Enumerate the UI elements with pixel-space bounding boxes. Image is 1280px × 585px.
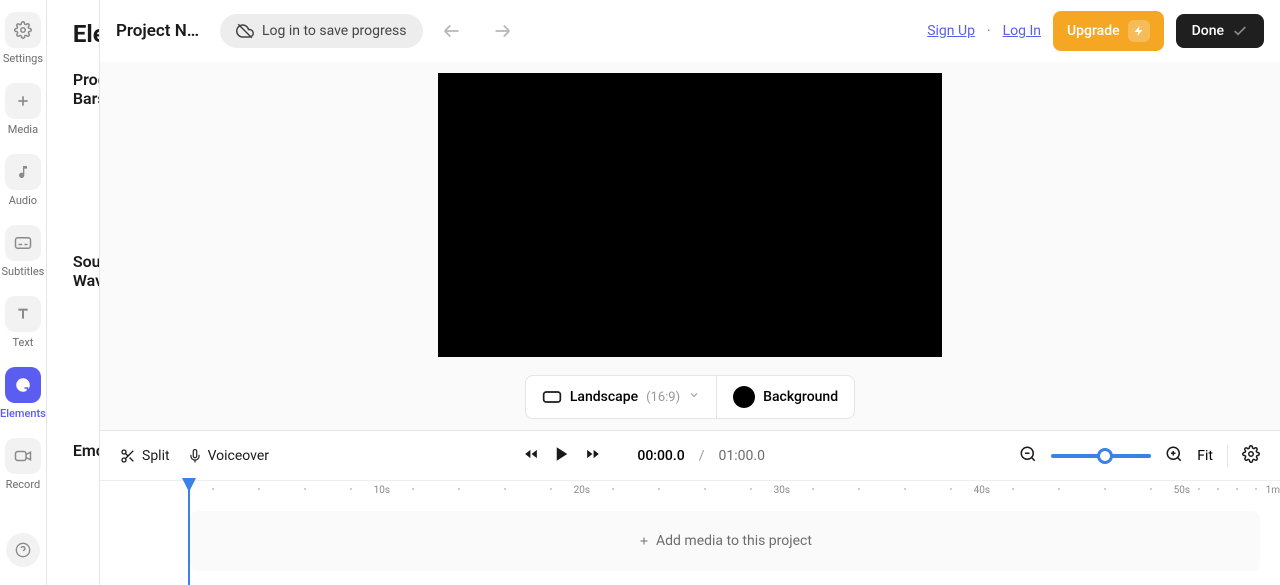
aspect-ratio-button[interactable]: Landscape (16:9) (525, 375, 717, 419)
gear-icon (5, 12, 41, 48)
timeline-ruler[interactable]: 10s 20s 30s 40s 50s 1m (100, 481, 1280, 505)
split-button[interactable]: Split (120, 448, 170, 464)
background-swatch-icon (733, 386, 755, 408)
link-separator: · (987, 23, 991, 39)
sign-up-link[interactable]: Sign Up (927, 23, 975, 39)
upgrade-button[interactable]: Upgrade (1053, 11, 1164, 51)
timeline-settings-button[interactable] (1242, 445, 1260, 467)
undo-button[interactable] (435, 13, 471, 49)
video-canvas[interactable] (438, 73, 942, 357)
current-time: 00:00.0 (637, 448, 684, 464)
timeline[interactable]: 10s 20s 30s 40s 50s 1m Add media to this… (100, 480, 1280, 585)
topbar: Project Na... Log in to save progress Si… (100, 0, 1280, 62)
text-icon (5, 296, 41, 332)
zoom-out-button[interactable] (1019, 445, 1037, 467)
sidebar-label: Record (6, 478, 40, 491)
sidebar-item-elements[interactable]: Elements (0, 367, 46, 420)
camera-icon (5, 438, 41, 474)
music-note-icon (5, 154, 41, 190)
duration-time: 01:00.0 (719, 448, 765, 464)
scissors-icon (120, 448, 136, 464)
elements-panel: Elements Progress Bars View All Sound Wa… (47, 0, 100, 585)
sidebar-label: Subtitles (2, 265, 45, 278)
check-icon (1232, 23, 1248, 39)
mic-icon (188, 448, 202, 464)
cloud-off-icon (236, 22, 254, 40)
project-name[interactable]: Project Na... (116, 21, 208, 41)
skip-forward-button[interactable] (585, 447, 601, 465)
section-title-emoji: Emoji (73, 441, 100, 460)
play-button[interactable] (553, 445, 571, 467)
sidebar-item-subtitles[interactable]: Subtitles (2, 225, 45, 278)
sidebar-item-audio[interactable]: Audio (5, 154, 41, 207)
timeline-toolbar: Split Voiceover 00:00.0 / 01:00.0 (100, 430, 1280, 480)
zoom-in-button[interactable] (1165, 445, 1183, 467)
add-media-track[interactable]: Add media to this project (190, 511, 1260, 571)
log-in-link[interactable]: Log In (1003, 23, 1041, 39)
skip-back-button[interactable] (523, 447, 539, 465)
sidebar-label: Settings (3, 52, 43, 65)
sidebar-help[interactable] (6, 533, 40, 567)
redo-button[interactable] (483, 13, 519, 49)
bolt-icon (1128, 20, 1150, 42)
voiceover-button[interactable]: Voiceover (188, 448, 269, 464)
canvas-area: Landscape (16:9) Background (100, 62, 1280, 430)
sidebar-item-media[interactable]: Media (5, 83, 41, 136)
section-title-progress-bars: Progress Bars (73, 70, 100, 108)
zoom-slider[interactable] (1051, 454, 1151, 458)
sidebar-label: Audio (9, 194, 37, 207)
background-button[interactable]: Background (717, 375, 855, 419)
sidebar-item-text[interactable]: Text (5, 296, 41, 349)
subtitles-icon (5, 225, 41, 261)
fit-button[interactable]: Fit (1197, 448, 1213, 464)
section-title-sound-waves: Sound Waves (73, 252, 100, 290)
time-separator: / (699, 448, 705, 464)
sidebar-label: Elements (0, 407, 46, 420)
plus-icon (638, 535, 650, 547)
chevron-down-icon (688, 389, 700, 405)
login-to-save-button[interactable]: Log in to save progress (220, 14, 423, 48)
sidebar-item-record[interactable]: Record (5, 438, 41, 491)
landscape-icon (542, 390, 562, 404)
sidebar-label: Media (8, 123, 38, 136)
done-button[interactable]: Done (1176, 14, 1264, 48)
plus-icon (5, 83, 41, 119)
elements-icon (5, 367, 41, 403)
sidebar-label: Text (12, 336, 33, 349)
sidebar-item-settings[interactable]: Settings (3, 12, 43, 65)
help-icon (6, 533, 40, 567)
